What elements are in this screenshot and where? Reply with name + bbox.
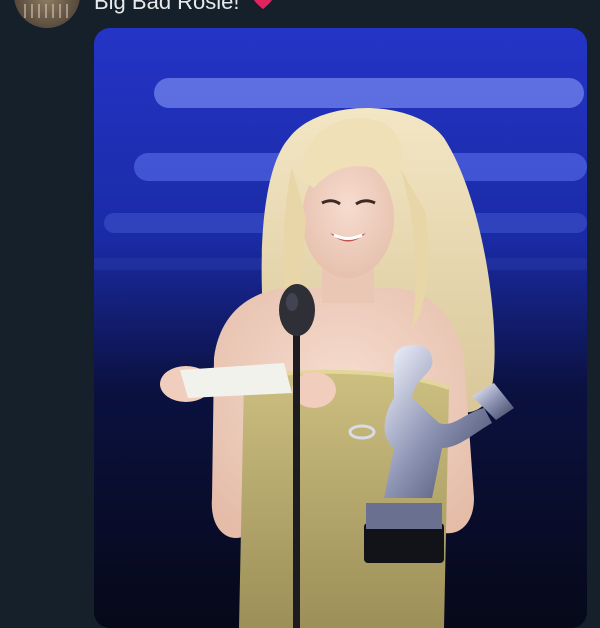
tweet-photo[interactable] (94, 28, 587, 628)
award-show-photo (94, 28, 587, 628)
tweet: Big Bad Rosie! (0, 0, 600, 628)
red-heart-icon (252, 0, 274, 17)
user-avatar[interactable] (14, 0, 80, 28)
tweet-body: Big Bad Rosie! (94, 0, 240, 14)
tweet-text: Big Bad Rosie! (94, 0, 274, 17)
